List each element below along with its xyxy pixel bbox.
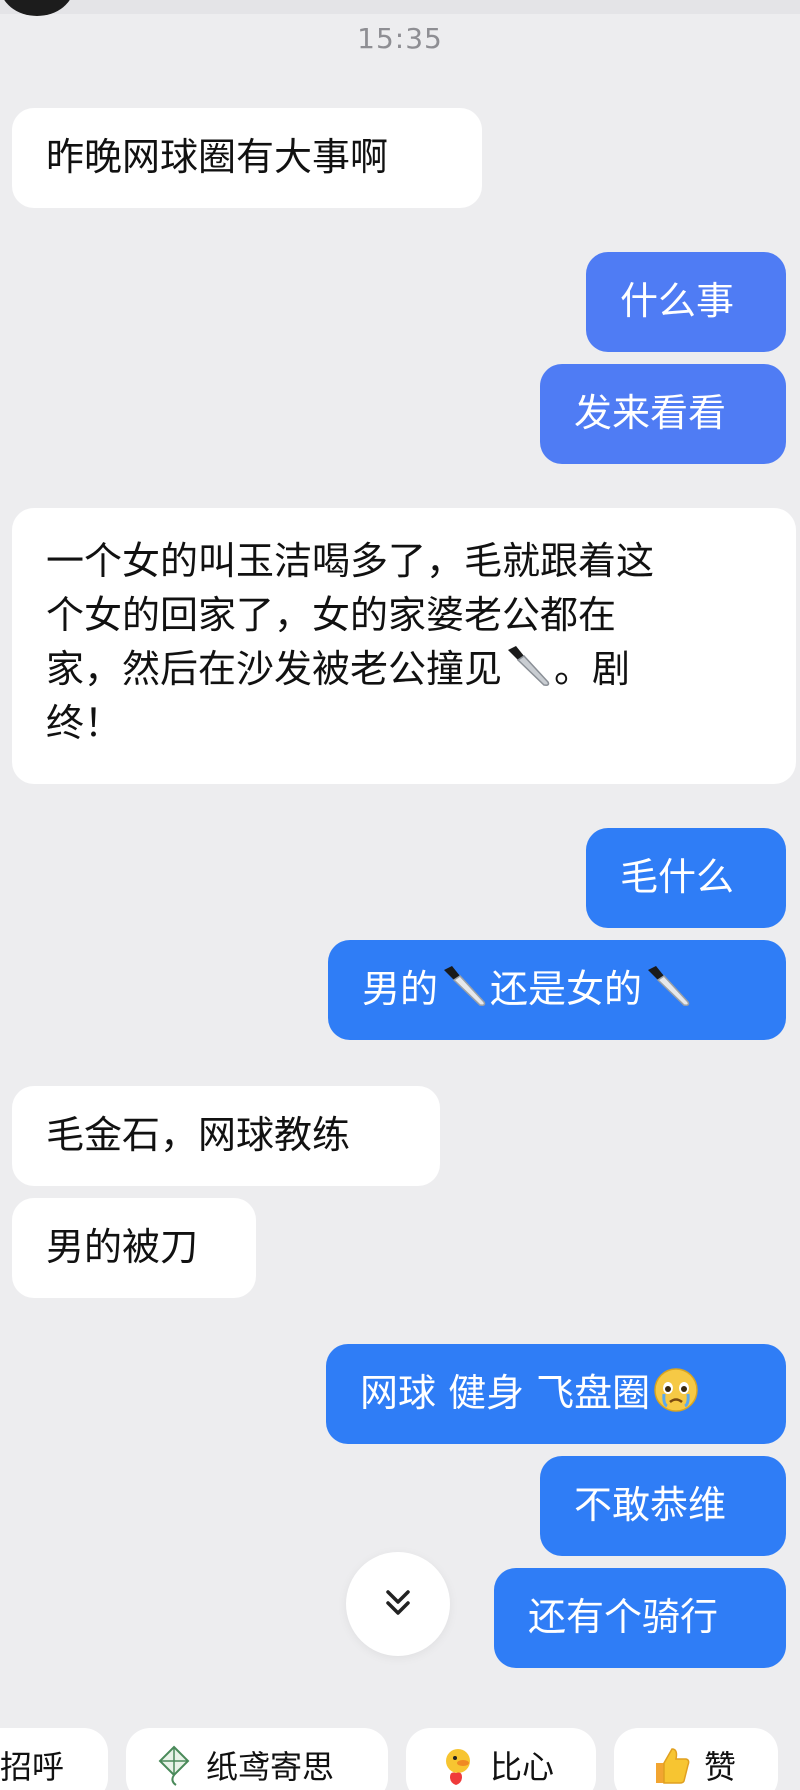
quick-reply-label: 招呼 <box>0 1748 65 1786</box>
message-text: 什么事 <box>620 279 735 323</box>
message-text: 昨晚网球圈有大事啊 <box>46 135 389 179</box>
message-text: 还是女的 <box>490 967 643 1011</box>
message-text: 毛金石，网球教练 <box>46 1113 351 1157</box>
scroll-to-bottom-button[interactable] <box>346 1552 450 1656</box>
message-text: 男的被刀 <box>46 1225 199 1269</box>
message-text: 不敢恭维 <box>574 1483 727 1527</box>
message-bubble-outgoing[interactable]: 什么事 <box>586 252 786 352</box>
duck-heart-icon <box>436 1743 480 1787</box>
message-text: 毛什么 <box>620 855 735 899</box>
header-edge <box>0 0 800 14</box>
message-text: 发来看看 <box>574 391 727 435</box>
quick-reply-kite[interactable]: 纸鸢寄思 <box>126 1728 388 1790</box>
double-chevron-down-icon <box>378 1582 418 1626</box>
message-text: 家，然后在沙发被老公撞见 <box>46 647 503 691</box>
knife-emoji-icon <box>504 644 552 688</box>
kite-icon <box>152 1743 196 1787</box>
message-bubble-outgoing[interactable]: 发来看看 <box>540 364 786 464</box>
message-bubble-outgoing[interactable]: 男的 还是女的 <box>328 940 786 1040</box>
message-bubble-outgoing[interactable]: 毛什么 <box>586 828 786 928</box>
chat-screen: 15:35 昨晚网球圈有大事啊 什么事 发来看看 一个女的叫玉洁喝多了，毛就跟着… <box>0 0 800 1790</box>
knife-emoji-icon <box>644 964 692 1008</box>
message-bubble-outgoing[interactable]: 网球 健身 飞盘圈 <box>326 1344 786 1444</box>
crying-face-icon <box>652 1366 700 1414</box>
knife-emoji-icon <box>440 964 488 1008</box>
message-text-line: 家，然后在沙发被老公撞见 。剧 <box>46 642 762 696</box>
message-text-line: 终！ <box>46 701 123 745</box>
message-bubble-outgoing[interactable]: 不敢恭维 <box>540 1456 786 1556</box>
message-text: 还有个骑行 <box>528 1595 719 1639</box>
thumbs-up-icon <box>650 1743 694 1787</box>
message-text-line: 个女的回家了，女的家婆老公都在 <box>46 593 617 637</box>
message-text: 。剧 <box>554 647 631 691</box>
message-bubble-incoming[interactable]: 男的被刀 <box>12 1198 256 1298</box>
quick-reply-label: 比心 <box>490 1748 555 1786</box>
message-text: 男的 <box>362 967 439 1011</box>
quick-reply-bar: 招呼 纸鸢寄思 比心 赞 <box>0 1728 800 1790</box>
quick-reply-heart[interactable]: 比心 <box>406 1728 596 1790</box>
quick-reply-like[interactable]: 赞 <box>614 1728 778 1790</box>
message-bubble-incoming[interactable]: 昨晚网球圈有大事啊 <box>12 108 482 208</box>
message-text-line: 一个女的叫玉洁喝多了，毛就跟着这 <box>46 539 655 583</box>
message-bubble-outgoing[interactable]: 还有个骑行 <box>494 1568 786 1668</box>
quick-reply-greet[interactable]: 招呼 <box>0 1728 108 1790</box>
quick-reply-label: 赞 <box>704 1748 737 1786</box>
quick-reply-label: 纸鸢寄思 <box>206 1748 335 1786</box>
message-text: 网球 健身 飞盘圈 <box>360 1371 651 1415</box>
message-timestamp: 15:35 <box>357 22 443 55</box>
message-bubble-incoming[interactable]: 毛金石，网球教练 <box>12 1086 440 1186</box>
message-bubble-incoming[interactable]: 一个女的叫玉洁喝多了，毛就跟着这 个女的回家了，女的家婆老公都在 家，然后在沙发… <box>12 508 796 784</box>
